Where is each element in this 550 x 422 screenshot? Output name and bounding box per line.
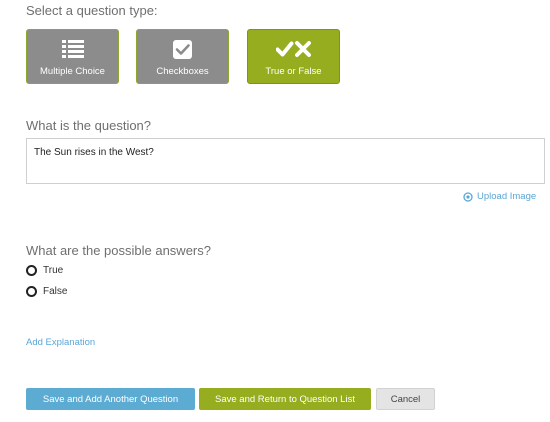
save-add-another-button[interactable]: Save and Add Another Question	[26, 388, 195, 410]
question-editor: Select a question type: Multiple Choice	[0, 0, 550, 422]
checkbox-icon	[137, 39, 228, 59]
tile-label: Checkboxes	[156, 66, 209, 77]
question-input[interactable]: The Sun rises in the West?	[26, 138, 545, 184]
tile-checkboxes[interactable]: Checkboxes	[136, 29, 229, 84]
tile-label: True or False	[265, 66, 322, 77]
answers-label: What are the possible answers?	[26, 243, 211, 258]
radio-icon[interactable]	[26, 286, 37, 297]
upload-image-link[interactable]: Upload Image	[463, 191, 536, 202]
upload-circle-icon	[463, 191, 473, 202]
question-type-label: Select a question type:	[26, 3, 158, 18]
tile-true-or-false[interactable]: True or False	[247, 29, 340, 84]
radio-icon[interactable]	[26, 265, 37, 276]
save-return-button[interactable]: Save and Return to Question List	[199, 388, 371, 410]
check-cross-icon	[248, 39, 339, 59]
answer-option-false[interactable]: False	[26, 286, 67, 297]
answer-option-true[interactable]: True	[26, 265, 63, 276]
answer-label: True	[43, 265, 64, 276]
question-label: What is the question?	[26, 118, 152, 133]
add-explanation-link[interactable]: Add Explanation	[26, 337, 95, 348]
list-icon	[27, 39, 118, 59]
cancel-button[interactable]: Cancel	[376, 388, 435, 410]
tile-multiple-choice[interactable]: Multiple Choice	[26, 29, 119, 84]
tile-label: Multiple Choice	[40, 66, 105, 77]
answer-label: False	[43, 286, 68, 297]
upload-image-label: Upload Image	[477, 191, 537, 202]
